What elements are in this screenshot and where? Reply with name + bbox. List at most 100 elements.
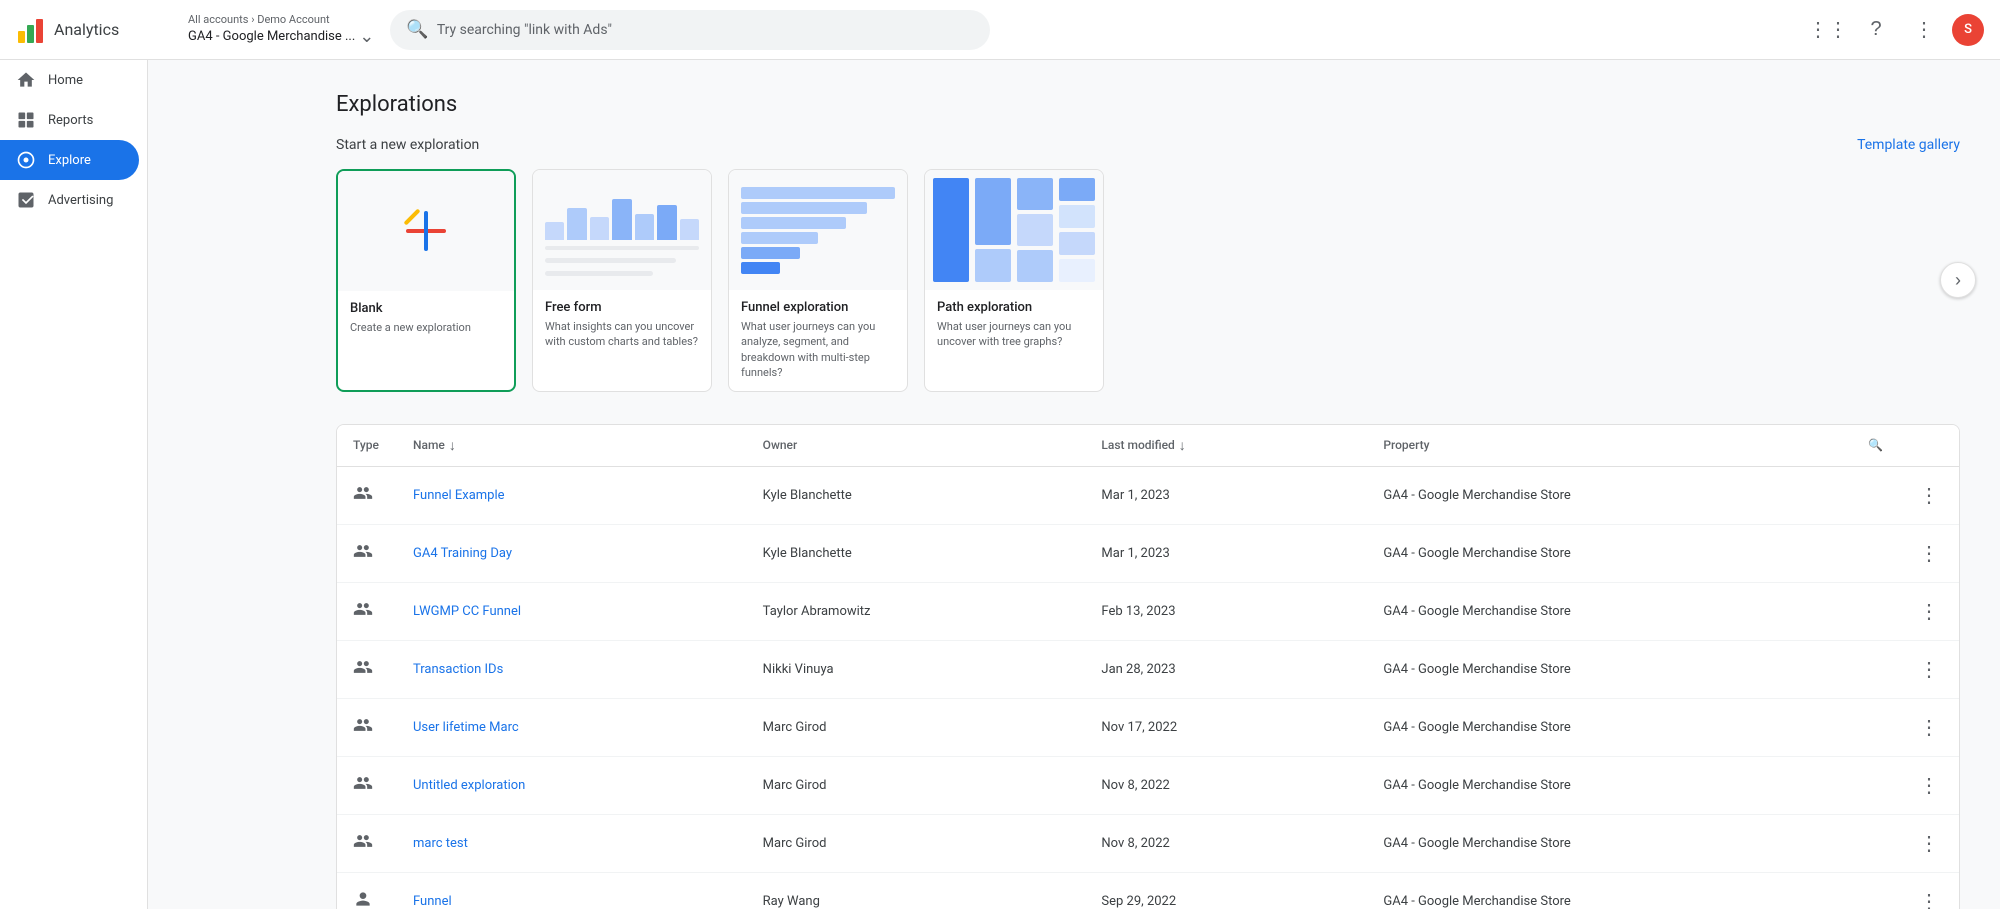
template-card-free-form[interactable]: Free form What insights can you uncover … [532,169,712,392]
free-form-card-desc: What insights can you uncover with custo… [545,319,699,350]
section-header: Start a new exploration Template gallery [336,137,1960,153]
row-more-actions[interactable]: ⋮ [1899,756,1959,814]
templates-next-button[interactable]: › [1940,262,1976,298]
table-row: marc testMarc GirodNov 8, 2022GA4 - Goog… [337,814,1959,872]
row-type-icon [337,756,397,814]
plus-icon [402,207,450,255]
sidebar-item-explore[interactable]: Explore [0,140,139,180]
path-card-preview [925,170,1103,290]
free-form-card-info: Free form What insights can you uncover … [533,290,711,360]
topbar-actions: ⋮⋮ ? ⋮ S [1808,10,1984,50]
brand-name: Analytics [54,20,119,39]
free-form-card-title: Free form [545,300,699,315]
row-owner: Marc Girod [747,698,1086,756]
sidebar-item-home[interactable]: Home [0,60,139,100]
more-button[interactable]: ⋮ [1915,479,1943,512]
more-options-button[interactable]: ⋮ [1904,10,1944,50]
template-card-blank[interactable]: Blank Create a new exploration [336,169,516,392]
path-card-info: Path exploration What user journeys can … [925,290,1103,360]
analytics-logo [16,15,46,45]
property-name[interactable]: GA4 - Google Merchandise ... ⌄ [188,26,374,47]
row-more-actions[interactable]: ⋮ [1899,466,1959,524]
path-card-title: Path exploration [937,300,1091,315]
templates-row: Blank Create a new exploration [336,169,1960,392]
col-last-modified[interactable]: Last modified ↓ [1085,425,1367,467]
modified-sort-icon: ↓ [1179,437,1186,454]
sidebar-item-reports[interactable]: Reports [0,100,139,140]
row-more-actions[interactable]: ⋮ [1899,698,1959,756]
row-more-actions[interactable]: ⋮ [1899,582,1959,640]
row-name[interactable]: User lifetime Marc [397,698,747,756]
more-button[interactable]: ⋮ [1915,537,1943,570]
help-button[interactable]: ? [1856,10,1896,50]
row-name[interactable]: Funnel [397,872,747,909]
search-bar[interactable]: 🔍 Try searching "link with Ads" [390,10,990,50]
explore-icon [16,150,36,170]
row-type-icon [337,466,397,524]
advertising-icon [16,190,36,210]
user-avatar[interactable]: S [1952,14,1984,46]
row-owner: Marc Girod [747,814,1086,872]
row-name[interactable]: Transaction IDs [397,640,747,698]
apps-button[interactable]: ⋮⋮ [1808,10,1848,50]
more-button[interactable]: ⋮ [1915,769,1943,802]
reports-icon [16,110,36,130]
row-type-icon [337,814,397,872]
sidebar-item-label-advertising: Advertising [48,193,113,208]
col-actions [1899,425,1959,467]
sidebar-item-advertising[interactable]: Advertising [0,180,139,220]
more-button[interactable]: ⋮ [1915,595,1943,628]
row-owner: Kyle Blanchette [747,524,1086,582]
col-name[interactable]: Name ↓ [397,425,747,467]
more-button[interactable]: ⋮ [1915,653,1943,686]
blank-card-desc: Create a new exploration [350,320,502,335]
more-button[interactable]: ⋮ [1915,711,1943,744]
row-owner: Marc Girod [747,756,1086,814]
row-last-modified: Nov 17, 2022 [1085,698,1367,756]
funnel-card-info: Funnel exploration What user journeys ca… [729,290,907,391]
brand: Analytics [16,15,164,45]
row-last-modified: Mar 1, 2023 [1085,524,1367,582]
template-gallery-link[interactable]: Template gallery [1857,137,1960,153]
row-property: GA4 - Google Merchandise Store [1367,524,1899,582]
row-type-icon [337,698,397,756]
row-owner: Nikki Vinuya [747,640,1086,698]
row-last-modified: Sep 29, 2022 [1085,872,1367,909]
row-property: GA4 - Google Merchandise Store [1367,872,1899,909]
table-row: Funnel ExampleKyle BlanchetteMar 1, 2023… [337,466,1959,524]
row-name[interactable]: Funnel Example [397,466,747,524]
row-more-actions[interactable]: ⋮ [1899,640,1959,698]
row-property: GA4 - Google Merchandise Store [1367,466,1899,524]
row-name[interactable]: GA4 Training Day [397,524,747,582]
more-button[interactable]: ⋮ [1915,827,1943,860]
template-card-funnel[interactable]: Funnel exploration What user journeys ca… [728,169,908,392]
table-row: User lifetime MarcMarc GirodNov 17, 2022… [337,698,1959,756]
row-owner: Ray Wang [747,872,1086,909]
funnel-card-desc: What user journeys can you analyze, segm… [741,319,895,381]
template-card-path[interactable]: Path exploration What user journeys can … [924,169,1104,392]
row-more-actions[interactable]: ⋮ [1899,524,1959,582]
row-property: GA4 - Google Merchandise Store [1367,814,1899,872]
row-more-actions[interactable]: ⋮ [1899,872,1959,909]
row-type-icon [337,582,397,640]
account-selector[interactable]: All accounts › Demo Account GA4 - Google… [188,13,374,47]
row-type-icon [337,872,397,909]
table-row: Untitled explorationMarc GirodNov 8, 202… [337,756,1959,814]
section-label: Start a new exploration [336,137,479,153]
row-more-actions[interactable]: ⋮ [1899,814,1959,872]
row-last-modified: Nov 8, 2022 [1085,756,1367,814]
path-card-desc: What user journeys can you uncover with … [937,319,1091,350]
property-search-icon[interactable]: 🔍 [1868,438,1883,452]
row-name[interactable]: Untitled exploration [397,756,747,814]
sidebar: Home Reports Explore Advertising [0,0,148,909]
blank-card-title: Blank [350,301,502,316]
sidebar-item-label-home: Home [48,73,83,88]
row-name[interactable]: marc test [397,814,747,872]
more-button[interactable]: ⋮ [1915,885,1943,909]
page-title: Explorations [336,92,1960,117]
row-last-modified: Mar 1, 2023 [1085,466,1367,524]
blank-card-info: Blank Create a new exploration [338,291,514,345]
row-name[interactable]: LWGMP CC Funnel [397,582,747,640]
row-owner: Kyle Blanchette [747,466,1086,524]
row-last-modified: Feb 13, 2023 [1085,582,1367,640]
